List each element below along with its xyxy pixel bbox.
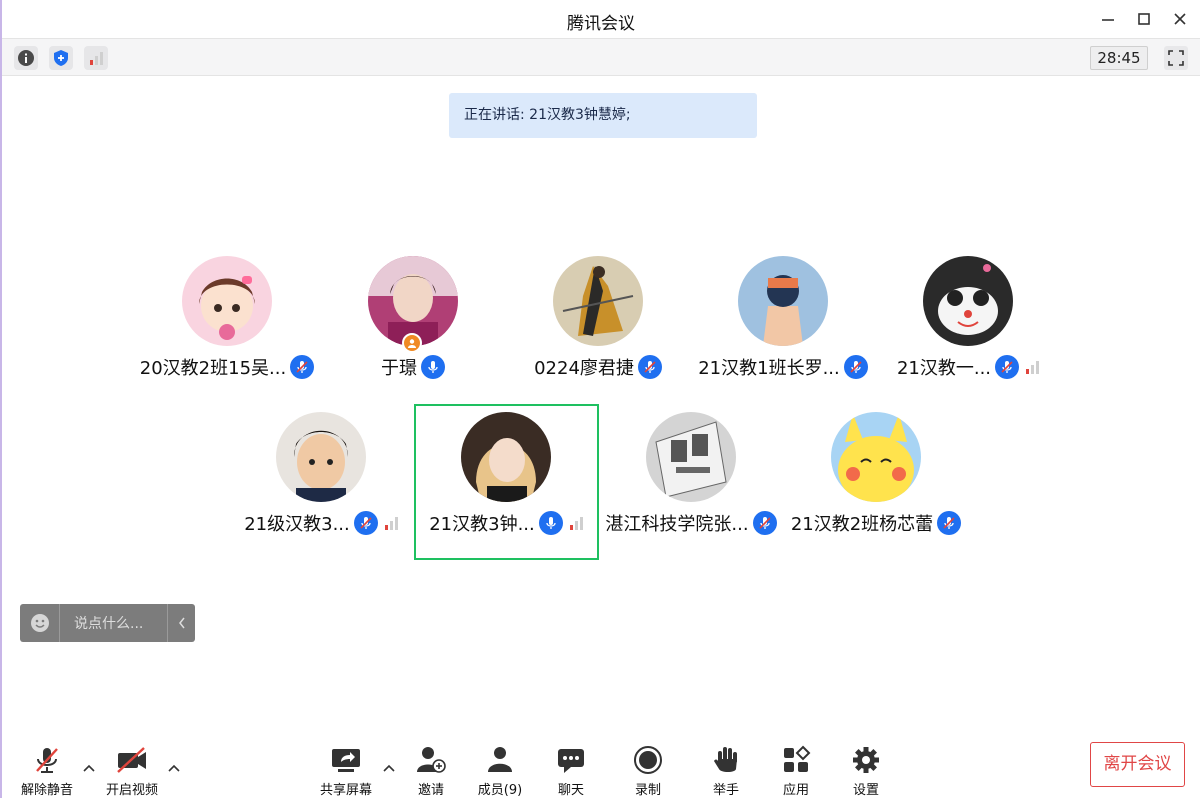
mic-muted-icon	[995, 355, 1020, 379]
chevron-up-icon	[83, 764, 95, 772]
participant-tile[interactable]: 0224廖君捷	[498, 256, 698, 396]
participant-tile[interactable]: 于璟	[313, 256, 513, 396]
participant-tile[interactable]: 21汉教1班长罗...	[683, 256, 883, 396]
emoji-icon	[30, 614, 49, 632]
mic-muted-icon	[843, 355, 868, 379]
chat-icon	[558, 749, 584, 773]
participant-tile-active[interactable]: 21汉教3钟...	[406, 412, 606, 552]
mic-on-icon	[421, 355, 445, 379]
members-icon	[488, 747, 512, 772]
leave-meeting-button[interactable]: 离开会议	[1090, 742, 1185, 787]
participant-name: 21汉教2班杨芯蕾	[790, 514, 934, 535]
invite-icon	[417, 747, 446, 773]
participant-name: 21汉教1班长罗...	[698, 358, 840, 379]
chat-button[interactable]: 聊天	[536, 745, 606, 798]
apps-button[interactable]: 应用	[761, 745, 831, 798]
host-icon	[402, 333, 422, 353]
signal-icon	[569, 516, 583, 530]
raise-hand-button[interactable]: 举手	[691, 745, 761, 798]
settings-button[interactable]: 设置	[831, 745, 901, 798]
maximize-button[interactable]	[1131, 6, 1157, 32]
mic-muted-icon	[752, 511, 777, 535]
participant-tile[interactable]: 21汉教2班杨芯蕾	[776, 412, 976, 552]
minimize-icon	[1102, 19, 1114, 21]
maximize-icon	[1138, 13, 1150, 25]
unmute-button[interactable]: 解除静音	[12, 745, 82, 798]
participant-tile[interactable]: 湛江科技学院张...	[591, 412, 791, 552]
active-speaker-banner: 正在讲话: 21汉教3钟慧婷;	[449, 93, 757, 138]
avatar	[646, 412, 736, 502]
record-icon	[634, 746, 662, 774]
avatar	[923, 256, 1013, 346]
chat-input[interactable]: 说点什么...	[60, 613, 167, 633]
avatar	[461, 412, 551, 502]
avatar	[553, 256, 643, 346]
avatar	[831, 412, 921, 502]
participant-name: 21汉教3钟...	[429, 514, 535, 535]
mic-muted-icon	[36, 748, 58, 773]
share-screen-button[interactable]: 共享屏幕	[311, 745, 381, 798]
raise-hand-icon	[714, 747, 737, 772]
fullscreen-button[interactable]	[1164, 46, 1188, 70]
signal-icon	[90, 52, 103, 65]
start-video-button[interactable]: 开启视频	[97, 745, 167, 798]
window-title: 腾讯会议	[567, 14, 635, 34]
mic-muted-icon	[290, 355, 315, 379]
participant-name: 于璟	[381, 358, 417, 379]
avatar	[276, 412, 366, 502]
fullscreen-icon	[1168, 50, 1184, 66]
chevron-up-icon	[383, 764, 395, 772]
title-bar: 腾讯会议	[2, 0, 1200, 38]
mic-muted-icon	[637, 355, 662, 379]
members-button[interactable]: 成员(9)	[465, 745, 535, 798]
chevron-up-icon	[168, 764, 180, 772]
security-button[interactable]	[49, 46, 73, 70]
shield-icon	[54, 50, 68, 66]
minimize-button[interactable]	[1095, 6, 1121, 32]
meeting-timer: 28:45	[1090, 46, 1148, 70]
avatar	[738, 256, 828, 346]
participant-tile[interactable]: 21级汉教3...	[221, 412, 421, 552]
chat-input-box[interactable]: 说点什么...	[20, 604, 195, 642]
invite-button[interactable]: 邀请	[396, 745, 466, 798]
mic-muted-icon	[937, 511, 962, 535]
apps-icon	[784, 745, 811, 772]
signal-icon	[1026, 360, 1040, 374]
close-icon	[1174, 13, 1186, 25]
record-button[interactable]: 录制	[613, 745, 683, 798]
mic-muted-icon	[353, 511, 378, 535]
signal-icon	[384, 516, 398, 530]
participant-name: 湛江科技学院张...	[605, 514, 749, 535]
participant-name: 20汉教2班15吴...	[139, 358, 287, 379]
participant-tile[interactable]: 20汉教2班15吴...	[127, 256, 327, 396]
emoji-button[interactable]	[20, 604, 60, 642]
info-icon	[18, 50, 34, 66]
network-status-button[interactable]	[84, 46, 108, 70]
audio-options-button[interactable]	[81, 760, 97, 776]
share-screen-icon	[332, 749, 360, 772]
meeting-window: 腾讯会议 28:45 正在讲话: 21汉教3钟慧婷; 20汉教2班15吴... …	[0, 0, 1200, 798]
participant-name: 0224廖君捷	[534, 358, 634, 379]
video-options-button[interactable]	[166, 760, 182, 776]
mic-on-icon	[538, 511, 563, 535]
avatar	[182, 256, 272, 346]
chat-collapse-button[interactable]	[167, 604, 195, 642]
meeting-info-bar: 28:45	[2, 38, 1200, 76]
participant-name: 21汉教一...	[896, 358, 992, 379]
gear-icon	[853, 747, 879, 773]
participant-name: 21级汉教3...	[244, 514, 350, 535]
chevron-left-icon	[178, 617, 185, 629]
close-button[interactable]	[1167, 6, 1193, 32]
meeting-info-button[interactable]	[14, 46, 38, 70]
participant-tile[interactable]: 21汉教一...	[868, 256, 1068, 396]
video-off-icon	[117, 747, 146, 773]
share-options-button[interactable]	[381, 760, 397, 776]
